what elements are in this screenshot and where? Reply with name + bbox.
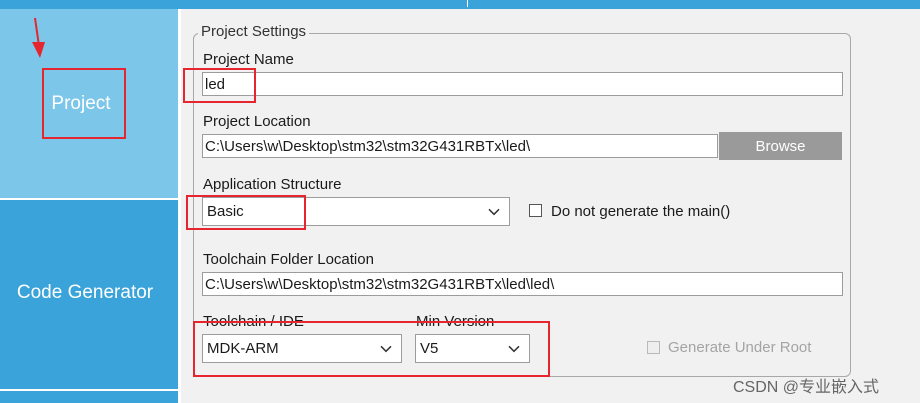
sidebar-item-code-generator[interactable]: Code Generator xyxy=(0,200,178,389)
sidebar-item-label: Code Generator xyxy=(16,281,154,303)
sidebar: Project Code Generator xyxy=(0,9,178,403)
min-version-select[interactable]: V5 xyxy=(415,334,530,363)
top-bar-divider xyxy=(467,0,468,7)
generate-under-root-label: Generate Under Root xyxy=(668,339,812,356)
top-bar xyxy=(0,0,920,9)
generate-under-root-checkbox[interactable] xyxy=(647,341,660,354)
project-settings-legend: Project Settings xyxy=(198,23,310,40)
application-structure-select[interactable]: Basic xyxy=(202,197,510,226)
project-name-input[interactable] xyxy=(202,72,843,96)
min-version-label: Min Version xyxy=(416,313,495,330)
toolchain-ide-select[interactable]: MDK-ARM xyxy=(202,334,402,363)
project-location-label: Project Location xyxy=(203,113,311,130)
project-location-input[interactable] xyxy=(202,134,718,158)
toolchain-ide-label: Toolchain / IDE xyxy=(203,313,304,330)
do-not-generate-main-label: Do not generate the main() xyxy=(551,203,731,220)
sidebar-item-label: Project xyxy=(51,92,111,114)
toolchain-folder-label: Toolchain Folder Location xyxy=(203,251,374,268)
browse-button[interactable]: Browse xyxy=(719,132,842,160)
annotation-arrow-icon xyxy=(32,17,45,58)
min-version-value: V5 xyxy=(420,340,439,357)
watermark: CSDN @专业嵌入式 xyxy=(733,379,880,396)
chevron-down-icon xyxy=(488,208,500,215)
chevron-down-icon xyxy=(380,345,392,352)
application-structure-value: Basic xyxy=(207,203,244,220)
do-not-generate-main-checkbox[interactable] xyxy=(529,204,542,217)
toolchain-folder-input[interactable] xyxy=(202,272,843,296)
chevron-down-icon xyxy=(508,345,520,352)
toolchain-ide-value: MDK-ARM xyxy=(207,340,279,357)
project-name-label: Project Name xyxy=(203,51,294,68)
application-structure-label: Application Structure xyxy=(203,176,342,193)
sidebar-item-partial[interactable] xyxy=(0,391,178,403)
